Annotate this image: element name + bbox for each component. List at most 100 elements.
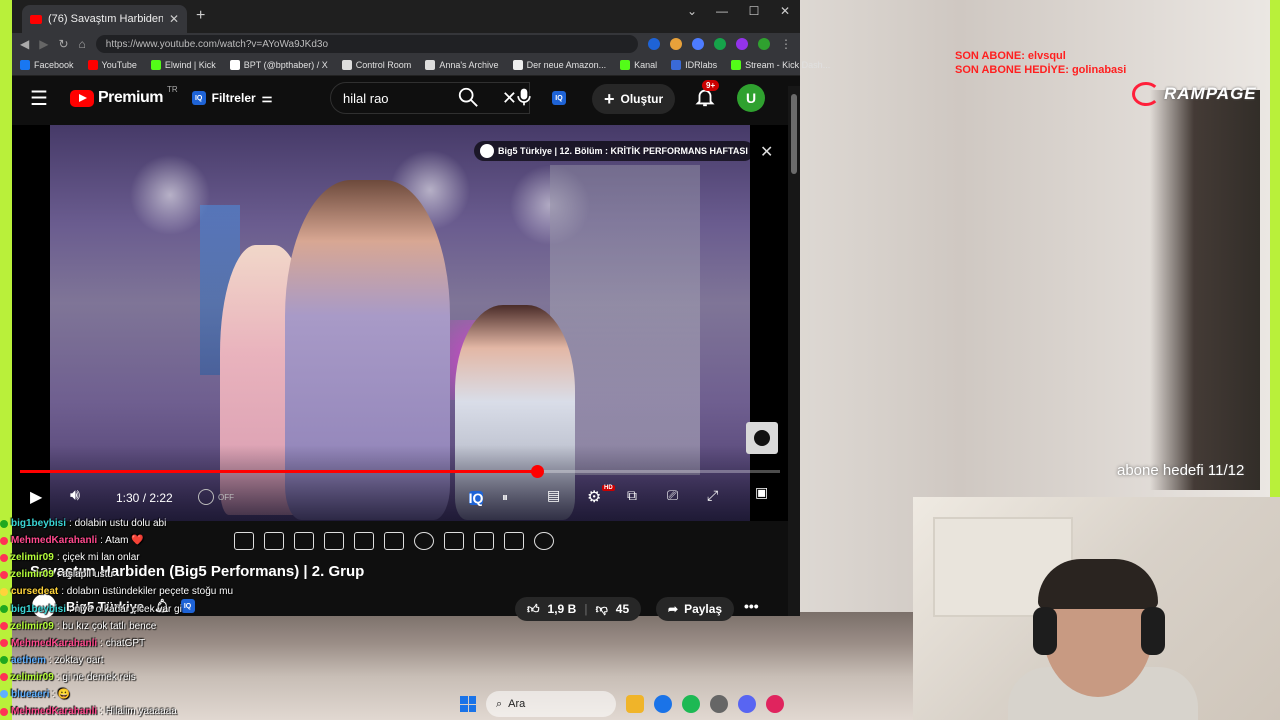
back-icon[interactable]: ◀ <box>20 37 29 51</box>
chat-username: big1beybisi <box>11 603 67 615</box>
bookmark-label: Control Room <box>355 60 412 70</box>
search-input[interactable]: hilal rao ✕ <box>330 82 530 114</box>
caption-toggle[interactable]: OFF <box>198 489 234 505</box>
avatar[interactable]: U <box>737 84 765 112</box>
dislike-count[interactable]: 45 <box>616 602 629 616</box>
subscriber-goal: abone hedefi 11/12 <box>1117 462 1245 479</box>
iq-extension-icon[interactable]: IQ <box>552 91 566 105</box>
share-icon: ➦ <box>668 602 679 616</box>
chat-username: MehmedKarahanli <box>11 706 98 718</box>
hamburger-menu-icon[interactable]: ☰ <box>30 86 54 111</box>
minimize-button[interactable]: — <box>707 4 737 18</box>
progress-bar[interactable] <box>20 465 780 478</box>
search-icon[interactable] <box>457 86 479 108</box>
spotify-icon[interactable] <box>682 695 700 713</box>
discord-icon[interactable] <box>738 695 756 713</box>
close-tab-icon[interactable]: ✕ <box>169 12 179 26</box>
chat-username: zelimir09 <box>11 620 54 632</box>
bookmark-item[interactable]: Stream - Kick Dash... <box>731 60 830 70</box>
video-info-banner[interactable]: Big5 Türkiye | 12. Bölüm : KRİTİK PERFOR… <box>474 141 754 161</box>
forward-icon[interactable]: ▶ <box>39 37 48 51</box>
bookmark-item[interactable]: Kanal <box>620 60 657 70</box>
share-button[interactable]: ➦ Paylaş <box>656 597 735 621</box>
maximize-button[interactable]: ☐ <box>739 4 769 18</box>
chat-username: aethem <box>11 654 47 666</box>
tab-search-icon[interactable]: ⌄ <box>677 4 707 18</box>
miniplayer-icon[interactable]: ⧉ <box>627 487 637 504</box>
extension-icon[interactable] <box>670 38 682 50</box>
extension-icon[interactable] <box>648 38 660 50</box>
chat-message: cursedeat: dolabın üstündekiler peçete s… <box>0 583 460 600</box>
new-tab-button[interactable]: + <box>196 7 205 25</box>
browser-icon[interactable] <box>654 695 672 713</box>
time-display: 1:30 / 2:22 <box>116 491 173 505</box>
video-player[interactable]: Big5 Türkiye | 12. Bölüm : KRİTİK PERFOR… <box>12 125 788 521</box>
chat-message: zelimir09: çiçek mi lan onlar <box>0 549 460 566</box>
volume-icon[interactable]: 🔊︎ <box>70 487 80 505</box>
bookmark-item[interactable]: BPT (@bpthaber) / X <box>229 60 328 70</box>
scrollbar-thumb[interactable] <box>791 94 797 174</box>
like-icon[interactable]: 👍︎ <box>527 602 540 617</box>
profile-icon[interactable] <box>758 38 770 50</box>
close-window-button[interactable]: ✕ <box>770 4 800 18</box>
app-icon[interactable] <box>710 695 728 713</box>
youtube-premium-logo[interactable]: Premium TR <box>70 85 178 107</box>
subtitles-icon[interactable]: ▤ <box>547 487 560 504</box>
bookmarks-bar: Facebook YouTube Elwind | Kick BPT (@bpt… <box>12 55 830 76</box>
bookmark-item[interactable]: Der neue Amazon... <box>512 60 606 70</box>
channel-watermark[interactable] <box>746 422 778 454</box>
tab-strip: (76) Savaştım Harbiden (Big ✕ + ⌄ — ☐ ✕ <box>12 0 800 33</box>
extension-icon[interactable] <box>736 38 748 50</box>
menu-icon[interactable]: ⋮ <box>780 37 792 51</box>
chat-username: zelimir09 <box>11 552 54 564</box>
chat-text: : 😀 <box>52 688 71 700</box>
chat-text: : Atam ❤️ <box>100 535 144 547</box>
dislike-icon[interactable]: 👎︎ <box>596 602 608 617</box>
theater-mode-icon[interactable]: ▣ <box>755 484 768 501</box>
extension-icon[interactable] <box>714 38 726 50</box>
extension-icon[interactable] <box>692 38 704 50</box>
browser-tab-active[interactable]: (76) Savaştım Harbiden (Big ✕ <box>22 5 187 33</box>
reload-icon[interactable]: ↻ <box>58 37 68 51</box>
keyboard-icon[interactable] <box>504 532 524 550</box>
last-subscriber-overlay: SON ABONE: elvsqul SON ABONE HEDİYE: gol… <box>955 49 1126 77</box>
fullscreen-icon[interactable]: ⤢ <box>707 487 718 504</box>
taskbar-search[interactable]: ⌕ Ara <box>486 691 616 717</box>
settings-gear-icon[interactable] <box>534 532 554 550</box>
more-actions-button[interactable]: ••• <box>744 598 759 614</box>
home-icon[interactable]: ⌂ <box>79 37 86 51</box>
bookmark-label: IDRlabs <box>685 60 718 70</box>
sliders-icon: ⚌ <box>261 91 273 105</box>
chat-badge-icon <box>0 622 8 631</box>
progress-scrubber[interactable] <box>531 465 544 478</box>
page-scrollbar[interactable] <box>788 86 800 616</box>
close-banner-icon[interactable]: ✕ <box>760 142 773 162</box>
bookmark-item[interactable]: Elwind | Kick <box>150 60 216 70</box>
microphone-icon[interactable] <box>514 86 534 108</box>
bookmark-item[interactable]: YouTube <box>87 60 137 70</box>
video-frame[interactable] <box>50 125 750 521</box>
create-button[interactable]: + Oluştur <box>592 84 676 114</box>
bookmark-item[interactable]: IDRlabs <box>671 60 717 70</box>
settings-gear-icon[interactable]: ⚙ <box>587 487 601 507</box>
filters-button[interactable]: IQ Filtreler ⚌ <box>191 91 273 105</box>
bookmark-item[interactable]: Facebook <box>20 60 74 70</box>
last-subscriber-text: SON ABONE: elvsqul <box>955 50 1066 62</box>
cast-icon[interactable]: ⎚ <box>667 487 678 504</box>
url-field[interactable]: https://www.youtube.com/watch?v=AYoWa9JK… <box>95 35 638 53</box>
bookmark-item[interactable]: Anna's Archive <box>425 60 499 70</box>
windows-start-icon[interactable] <box>460 696 476 712</box>
search-icon: ⌕ <box>496 697 503 710</box>
bookmark-label: BPT (@bpthaber) / X <box>243 60 328 70</box>
like-count[interactable]: 1,9 B <box>548 602 577 616</box>
play-icon[interactable]: ▶ <box>30 487 42 507</box>
bookmark-item[interactable]: Control Room <box>341 60 412 70</box>
iq-extension-icon[interactable]: IQ <box>469 490 484 506</box>
streaming-app-icon[interactable] <box>766 695 784 713</box>
file-explorer-icon[interactable] <box>626 695 644 713</box>
camera-icon[interactable] <box>474 532 494 550</box>
taskbar: ⌕ Ara <box>460 690 784 718</box>
youtube-logo-icon <box>70 89 94 107</box>
autoplay-toggle[interactable]: ⏸ <box>502 490 508 505</box>
divider: | <box>584 602 588 616</box>
